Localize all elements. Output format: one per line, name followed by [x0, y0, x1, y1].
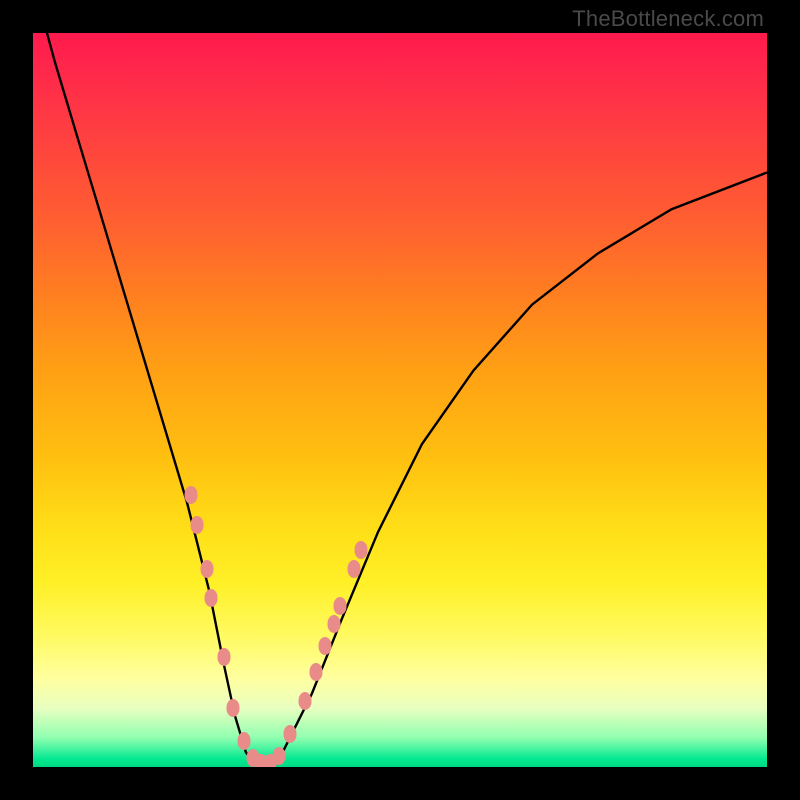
- curve-marker: [309, 663, 322, 681]
- curve-marker: [227, 699, 240, 717]
- curve-marker: [283, 725, 296, 743]
- curve-marker: [347, 560, 360, 578]
- curve-marker: [200, 560, 213, 578]
- curve-marker: [327, 615, 340, 633]
- curve-marker: [333, 597, 346, 615]
- curve-marker: [217, 648, 230, 666]
- chart-frame: TheBottleneck.com: [0, 0, 800, 800]
- curve-marker: [237, 732, 250, 750]
- curve-marker: [190, 516, 203, 534]
- curve-marker: [319, 637, 332, 655]
- curve-marker: [205, 589, 218, 607]
- curve-markers: [33, 33, 767, 767]
- curve-marker: [272, 747, 285, 765]
- curve-marker: [298, 692, 311, 710]
- plot-area: [33, 33, 767, 767]
- curve-marker: [355, 541, 368, 559]
- watermark-text: TheBottleneck.com: [572, 6, 764, 32]
- curve-marker: [184, 486, 197, 504]
